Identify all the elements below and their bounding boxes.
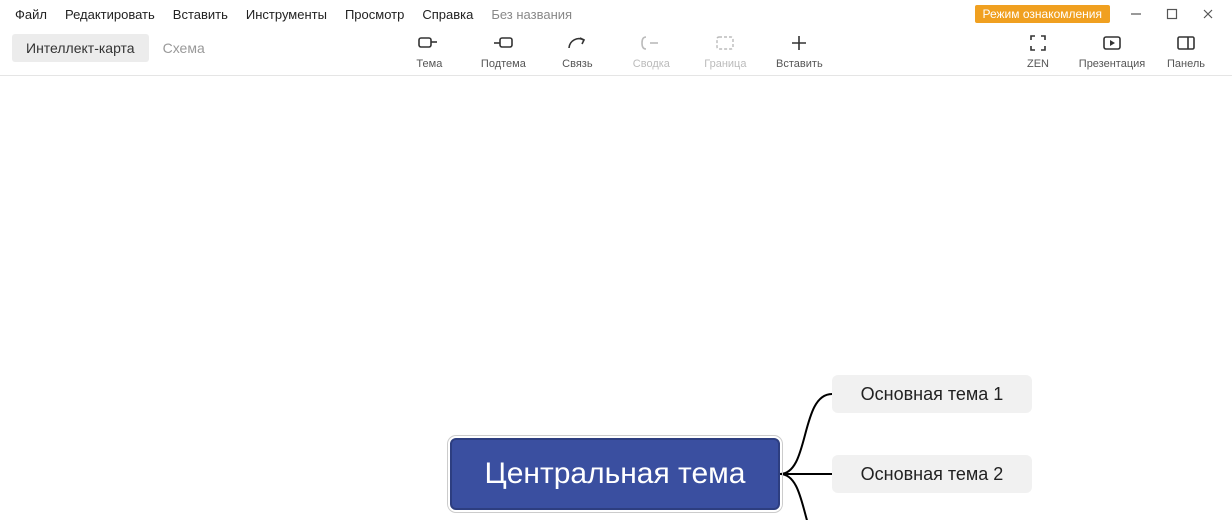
tool-insert[interactable]: Вставить (771, 28, 827, 70)
close-icon (1202, 8, 1214, 20)
mindmap-canvas[interactable]: Центральная тема Основная тема 1 Основна… (0, 76, 1232, 520)
central-topic-node[interactable]: Центральная тема (450, 438, 780, 510)
maximize-button[interactable] (1154, 0, 1190, 28)
subtopic-icon (492, 32, 514, 54)
tool-topic[interactable]: Тема (401, 28, 457, 70)
menubar: Файл Редактировать Вставить Инструменты … (0, 0, 1232, 28)
maximize-icon (1166, 8, 1178, 20)
tool-presentation-label: Презентация (1079, 58, 1145, 70)
topic-icon (418, 32, 440, 54)
tool-zen[interactable]: ZEN (1010, 28, 1066, 70)
tool-insert-label: Вставить (776, 58, 823, 70)
document-title: Без названия (482, 3, 581, 26)
minimize-icon (1130, 8, 1142, 20)
tool-panel[interactable]: Панель (1158, 28, 1214, 70)
tool-boundary-label: Граница (704, 58, 746, 70)
view-tabs: Интеллект-карта Схема (0, 34, 219, 62)
tab-outline[interactable]: Схема (149, 34, 219, 62)
toolbar: Интеллект-карта Схема Тема Подтема Связь (0, 28, 1232, 76)
boundary-icon (714, 32, 736, 54)
menu-tools[interactable]: Инструменты (237, 3, 336, 26)
menu-insert[interactable]: Вставить (164, 3, 237, 26)
tool-subtopic[interactable]: Подтема (475, 28, 531, 70)
main-topic-node-1[interactable]: Основная тема 1 (832, 375, 1032, 413)
plus-icon (790, 32, 808, 54)
tab-mindmap[interactable]: Интеллект-карта (12, 34, 149, 62)
menu-edit[interactable]: Редактировать (56, 3, 164, 26)
tool-panel-label: Панель (1167, 58, 1205, 70)
tool-relationship-label: Связь (562, 58, 592, 70)
tool-subtopic-label: Подтема (481, 58, 526, 70)
presentation-icon (1102, 32, 1122, 54)
tool-topic-label: Тема (416, 58, 442, 70)
summary-icon (640, 32, 662, 54)
tool-presentation[interactable]: Презентация (1084, 28, 1140, 70)
tool-zen-label: ZEN (1027, 58, 1049, 70)
menu-help[interactable]: Справка (413, 3, 482, 26)
zen-icon (1029, 32, 1047, 54)
panel-icon (1176, 32, 1196, 54)
tool-relationship[interactable]: Связь (549, 28, 605, 70)
tool-summary-label: Сводка (633, 58, 670, 70)
tool-summary: Сводка (623, 28, 679, 70)
menu-view[interactable]: Просмотр (336, 3, 413, 26)
trial-mode-badge[interactable]: Режим ознакомления (975, 5, 1110, 23)
minimize-button[interactable] (1118, 0, 1154, 28)
close-button[interactable] (1190, 0, 1226, 28)
main-topic-node-2[interactable]: Основная тема 2 (832, 455, 1032, 493)
menu-file[interactable]: Файл (6, 3, 56, 26)
tool-boundary: Граница (697, 28, 753, 70)
relationship-icon (566, 32, 588, 54)
